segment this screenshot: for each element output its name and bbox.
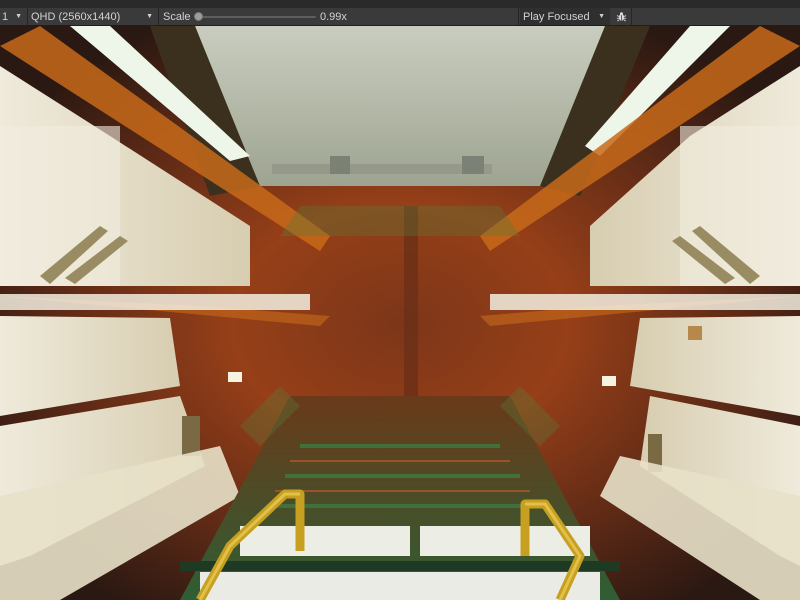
aspect-ratio-dropdown[interactable]: QHD (2560x1440) ▼ bbox=[28, 8, 158, 25]
game-view-toolbar: 1 ▼ QHD (2560x1440) ▼ Scale 0.99x Play F… bbox=[0, 8, 800, 26]
scale-slider[interactable] bbox=[194, 8, 318, 25]
chevron-down-icon: ▼ bbox=[598, 13, 605, 20]
chevron-down-icon: ▼ bbox=[15, 13, 22, 20]
game-viewport[interactable] bbox=[0, 26, 800, 600]
divider bbox=[518, 8, 519, 25]
play-mode-dropdown[interactable]: Play Focused ▼ bbox=[520, 8, 610, 25]
divider bbox=[631, 8, 632, 25]
chevron-down-icon: ▼ bbox=[146, 13, 153, 20]
scale-value: 0.99x bbox=[320, 10, 347, 23]
bug-icon[interactable] bbox=[611, 8, 631, 25]
slider-thumb[interactable] bbox=[194, 12, 203, 21]
divider bbox=[158, 8, 159, 25]
scale-label: Scale bbox=[163, 10, 191, 23]
display-dropdown[interactable]: 1 ▼ bbox=[0, 8, 27, 25]
editor-top-strip bbox=[0, 0, 800, 8]
display-label: 1 bbox=[2, 10, 9, 23]
play-mode-label: Play Focused bbox=[523, 10, 590, 23]
aspect-label: QHD (2560x1440) bbox=[31, 10, 121, 23]
game-render bbox=[0, 26, 800, 600]
slider-track bbox=[198, 16, 316, 18]
